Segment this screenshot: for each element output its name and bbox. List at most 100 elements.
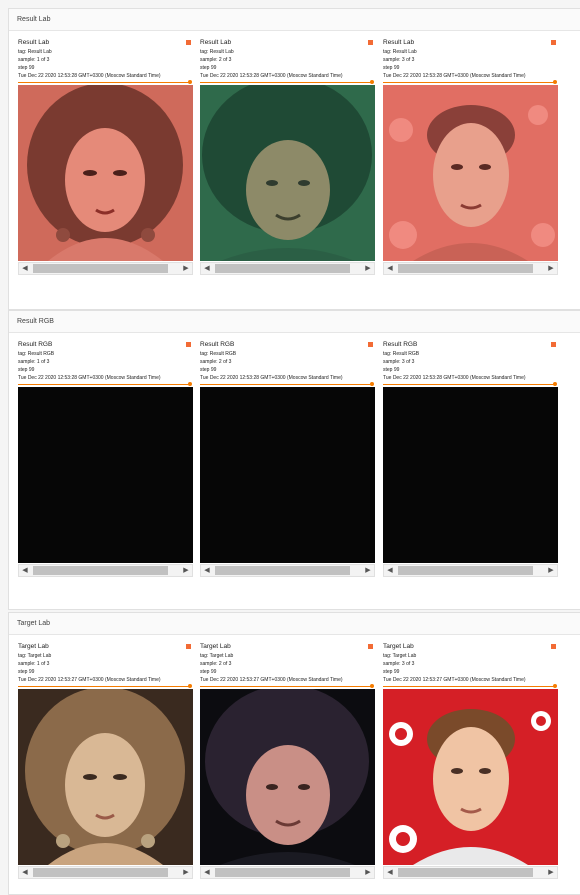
expand-icon[interactable] bbox=[551, 342, 556, 347]
step-slider-track[interactable] bbox=[200, 82, 373, 83]
step-slider-handle[interactable] bbox=[370, 80, 374, 84]
scroll-thumb[interactable] bbox=[215, 868, 350, 877]
card-sample: sample: 2 of 3 bbox=[200, 661, 232, 667]
step-slider-handle[interactable] bbox=[553, 382, 557, 386]
scroll-thumb[interactable] bbox=[33, 566, 168, 575]
card-step: step 99 bbox=[18, 65, 35, 71]
step-slider-handle[interactable] bbox=[188, 382, 192, 386]
scroll-right-icon[interactable]: ▶ bbox=[362, 565, 374, 576]
scroll-left-icon[interactable]: ◀ bbox=[384, 263, 396, 274]
card-tag: tag: Result RGB bbox=[383, 351, 420, 357]
scroll-right-icon[interactable]: ▶ bbox=[545, 565, 557, 576]
step-slider-track[interactable] bbox=[18, 82, 191, 83]
step-slider-handle[interactable] bbox=[553, 684, 557, 688]
card-tag: tag: Result RGB bbox=[200, 351, 237, 357]
scroll-thumb[interactable] bbox=[33, 868, 168, 877]
expand-icon[interactable] bbox=[186, 40, 191, 45]
scroll-thumb[interactable] bbox=[398, 566, 533, 575]
card-step: step 99 bbox=[18, 367, 35, 373]
scroll-right-icon[interactable]: ▶ bbox=[545, 867, 557, 878]
step-slider-handle[interactable] bbox=[553, 80, 557, 84]
card-sample: sample: 3 of 3 bbox=[383, 57, 415, 63]
scroll-left-icon[interactable]: ◀ bbox=[19, 565, 31, 576]
scroll-thumb[interactable] bbox=[398, 264, 533, 273]
horizontal-scrollbar[interactable]: ◀ ▶ bbox=[383, 262, 558, 275]
step-slider-track[interactable] bbox=[18, 686, 191, 687]
woman-face-portrait-image bbox=[18, 689, 193, 865]
card-tag: tag: Target Lab bbox=[200, 653, 234, 659]
expand-icon[interactable] bbox=[368, 342, 373, 347]
step-slider-track[interactable] bbox=[383, 384, 556, 385]
scroll-left-icon[interactable]: ◀ bbox=[384, 867, 396, 878]
card-title: Result Lab bbox=[18, 39, 50, 46]
expand-icon[interactable] bbox=[186, 342, 191, 347]
horizontal-scrollbar[interactable]: ◀ ▶ bbox=[18, 262, 193, 275]
horizontal-scrollbar[interactable]: ◀ ▶ bbox=[18, 564, 193, 577]
horizontal-scrollbar[interactable]: ◀ ▶ bbox=[383, 866, 558, 879]
scroll-right-icon[interactable]: ▶ bbox=[362, 263, 374, 274]
horizontal-scrollbar[interactable]: ◀ ▶ bbox=[383, 564, 558, 577]
section-title[interactable]: Result RGB bbox=[9, 311, 580, 333]
scroll-right-icon[interactable]: ▶ bbox=[180, 565, 192, 576]
scroll-right-icon[interactable]: ▶ bbox=[362, 867, 374, 878]
image-card: Result RGB tag: Result RGB sample: 3 of … bbox=[382, 341, 558, 581]
card-title: Target Lab bbox=[200, 643, 231, 650]
expand-icon[interactable] bbox=[186, 644, 191, 649]
sample-image bbox=[200, 387, 375, 563]
woman-face-portrait-image bbox=[18, 85, 193, 261]
horizontal-scrollbar[interactable]: ◀ ▶ bbox=[200, 564, 375, 577]
horizontal-scrollbar[interactable]: ◀ ▶ bbox=[18, 866, 193, 879]
step-slider-track[interactable] bbox=[200, 686, 373, 687]
scroll-thumb[interactable] bbox=[33, 264, 168, 273]
sample-image bbox=[200, 689, 375, 865]
dashboard-page: Result Lab Result Lab tag: Result Lab sa… bbox=[0, 0, 580, 895]
card-timestamp: Tue Dec 22 2020 12:53:28 GMT+0300 (Mosco… bbox=[18, 375, 161, 381]
expand-icon[interactable] bbox=[551, 644, 556, 649]
card-title: Result RGB bbox=[200, 341, 235, 348]
expand-icon[interactable] bbox=[368, 644, 373, 649]
step-slider-handle[interactable] bbox=[370, 382, 374, 386]
card-title: Result RGB bbox=[383, 341, 418, 348]
card-tag: tag: Result Lab bbox=[18, 49, 52, 55]
image-card: Result RGB tag: Result RGB sample: 2 of … bbox=[199, 341, 375, 581]
scroll-left-icon[interactable]: ◀ bbox=[201, 867, 213, 878]
scroll-thumb[interactable] bbox=[398, 868, 533, 877]
card-tag: tag: Result RGB bbox=[18, 351, 55, 357]
image-card: Target Lab tag: Target Lab sample: 2 of … bbox=[199, 643, 375, 883]
card-timestamp: Tue Dec 22 2020 12:53:28 GMT+0300 (Mosco… bbox=[383, 73, 526, 79]
image-card: Target Lab tag: Target Lab sample: 1 of … bbox=[17, 643, 193, 883]
horizontal-scrollbar[interactable]: ◀ ▶ bbox=[200, 866, 375, 879]
scroll-left-icon[interactable]: ◀ bbox=[19, 867, 31, 878]
expand-icon[interactable] bbox=[551, 40, 556, 45]
scroll-right-icon[interactable]: ▶ bbox=[545, 263, 557, 274]
step-slider-handle[interactable] bbox=[370, 684, 374, 688]
card-sample: sample: 3 of 3 bbox=[383, 359, 415, 365]
expand-icon[interactable] bbox=[368, 40, 373, 45]
step-slider-handle[interactable] bbox=[188, 684, 192, 688]
scroll-left-icon[interactable]: ◀ bbox=[201, 263, 213, 274]
scroll-thumb[interactable] bbox=[215, 264, 350, 273]
card-step: step 99 bbox=[200, 367, 217, 373]
scroll-right-icon[interactable]: ▶ bbox=[180, 263, 192, 274]
scroll-left-icon[interactable]: ◀ bbox=[201, 565, 213, 576]
section-title[interactable]: Target Lab bbox=[9, 613, 580, 635]
card-tag: tag: Result Lab bbox=[200, 49, 234, 55]
section-title[interactable]: Result Lab bbox=[9, 9, 580, 31]
young-man-portrait-image bbox=[383, 85, 558, 261]
card-sample: sample: 1 of 3 bbox=[18, 661, 50, 667]
card-sample: sample: 3 of 3 bbox=[383, 661, 415, 667]
step-slider-track[interactable] bbox=[200, 384, 373, 385]
step-slider-track[interactable] bbox=[383, 82, 556, 83]
step-slider-track[interactable] bbox=[18, 384, 191, 385]
step-slider-track[interactable] bbox=[383, 686, 556, 687]
step-slider-handle[interactable] bbox=[188, 80, 192, 84]
scroll-thumb[interactable] bbox=[215, 566, 350, 575]
sample-image bbox=[383, 689, 558, 865]
horizontal-scrollbar[interactable]: ◀ ▶ bbox=[200, 262, 375, 275]
sample-image bbox=[200, 85, 375, 261]
card-tag: tag: Target Lab bbox=[383, 653, 417, 659]
scroll-right-icon[interactable]: ▶ bbox=[180, 867, 192, 878]
scroll-left-icon[interactable]: ◀ bbox=[19, 263, 31, 274]
scroll-left-icon[interactable]: ◀ bbox=[384, 565, 396, 576]
card-title: Target Lab bbox=[383, 643, 414, 650]
